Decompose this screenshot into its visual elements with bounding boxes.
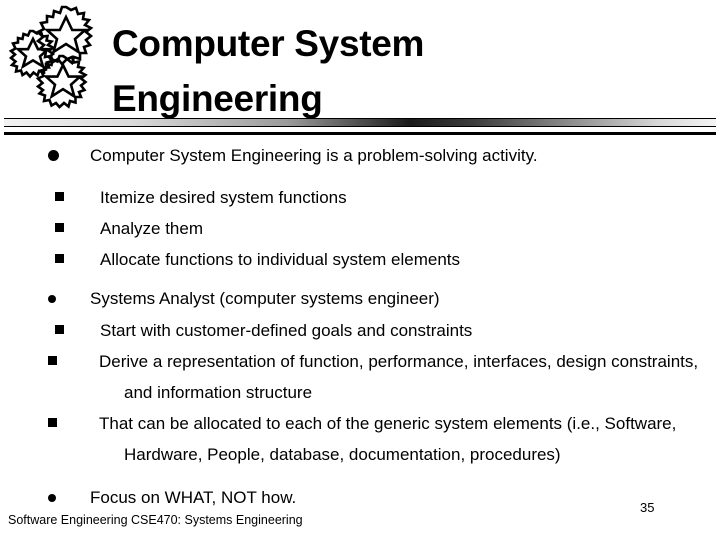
- list-item-label: Computer System Engineering is a problem…: [90, 146, 538, 165]
- list-item-label: Focus on WHAT, NOT how.: [90, 488, 297, 507]
- list-item: Focus on WHAT, NOT how.: [0, 482, 720, 514]
- list-item-label: Allocate functions to individual system …: [100, 250, 461, 269]
- list-item-label: Derive a representation of function, per…: [99, 352, 699, 402]
- list-item: That can be allocated to each of the gen…: [0, 408, 720, 470]
- list-item: Derive a representation of function, per…: [0, 346, 720, 408]
- list-item-label: Itemize desired system functions: [100, 188, 347, 207]
- list-item: Allocate functions to individual system …: [0, 244, 720, 275]
- list-item: Computer System Engineering is a problem…: [0, 140, 720, 172]
- list-item-label: Start with customer-defined goals and co…: [100, 321, 473, 340]
- list-item-label: Systems Analyst (computer systems engine…: [90, 289, 440, 308]
- bullet-circle-icon: [48, 140, 59, 172]
- list-item: Start with customer-defined goals and co…: [0, 315, 720, 346]
- slide-body: Computer System Engineering is a problem…: [0, 140, 720, 514]
- list-item: Systems Analyst (computer systems engine…: [0, 283, 720, 315]
- bullet-circle-icon: [48, 482, 56, 514]
- divider-gradient-bar: [4, 118, 716, 127]
- slide-header: Computer System Engineering: [0, 0, 720, 128]
- page-number: 35: [640, 500, 655, 515]
- title-divider: [0, 118, 720, 136]
- slide-footer: Software Engineering CSE470: Systems Eng…: [8, 513, 303, 527]
- list-item-label: Analyze them: [100, 219, 203, 238]
- divider-rule: [4, 132, 716, 135]
- list-item: Itemize desired system functions: [0, 182, 720, 213]
- page-title: Computer System Engineering: [112, 16, 712, 126]
- gears-icon: [8, 2, 106, 116]
- page-title-line-1: Computer System: [112, 23, 425, 64]
- list-item-label: That can be allocated to each of the gen…: [99, 414, 677, 464]
- bullet-circle-icon: [48, 283, 56, 315]
- list-item: Analyze them: [0, 213, 720, 244]
